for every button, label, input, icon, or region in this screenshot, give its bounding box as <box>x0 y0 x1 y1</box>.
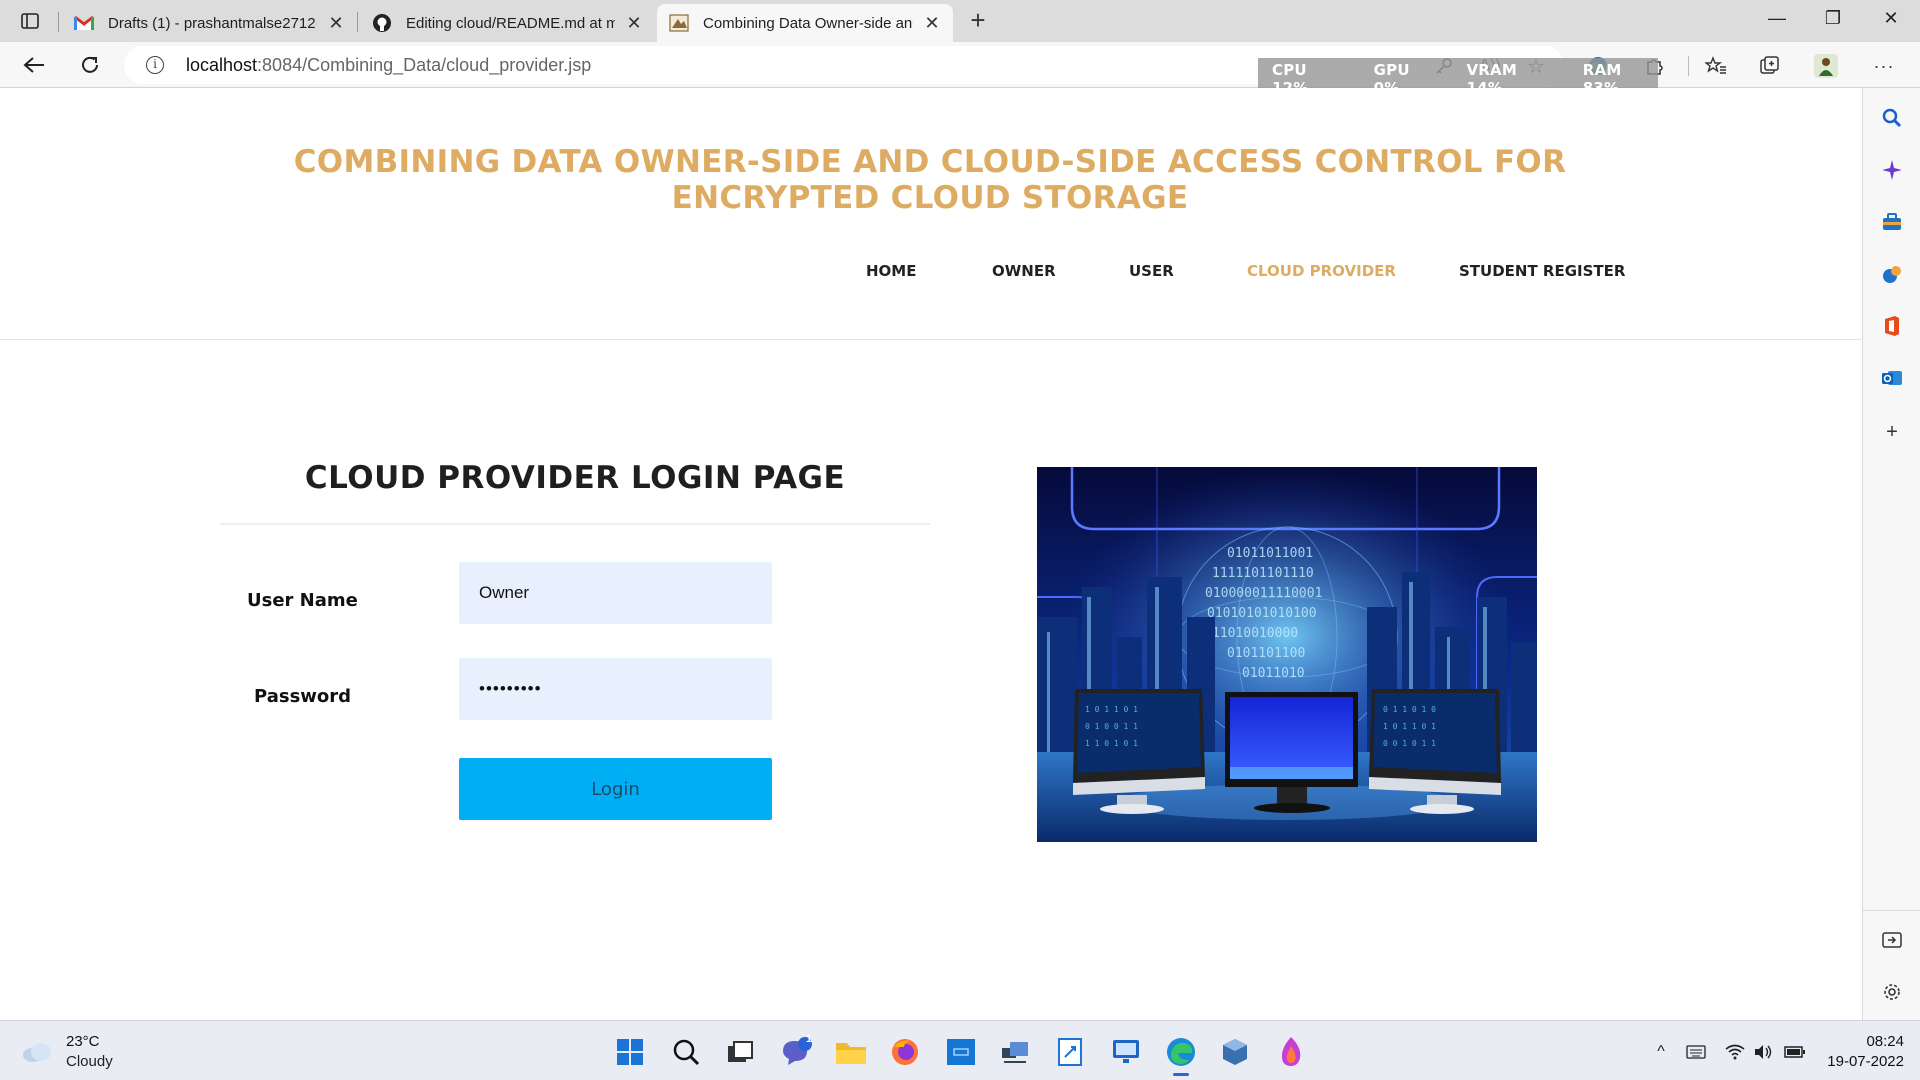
close-icon[interactable]: ✕ <box>923 14 941 32</box>
battery-icon[interactable] <box>1784 1041 1806 1063</box>
username-label: User Name <box>247 590 358 611</box>
show-hidden-icons-icon[interactable]: ^ <box>1650 1041 1672 1063</box>
hide-sidebar-icon[interactable] <box>1880 928 1904 952</box>
svg-text:0 1 1 0 1 0: 0 1 1 0 1 0 <box>1383 705 1436 714</box>
tab-separator <box>58 12 59 32</box>
network-app-icon[interactable] <box>998 1035 1032 1069</box>
search-icon[interactable] <box>669 1035 703 1069</box>
taskbar: 23°C Cloudy 1 ^ 08:24 19-07-2022 <box>0 1020 1920 1080</box>
svg-text:11010010000: 11010010000 <box>1212 626 1298 641</box>
app-flame-icon[interactable] <box>1274 1035 1308 1069</box>
password-input[interactable] <box>459 658 772 720</box>
tab-active-page[interactable]: Combining Data Owner-side and ✕ <box>657 4 953 42</box>
header-divider <box>0 339 1862 340</box>
tab-title: Combining Data Owner-side and <box>703 14 913 32</box>
start-icon[interactable] <box>613 1035 647 1069</box>
nav-owner[interactable]: OWNER <box>992 262 1056 280</box>
outlook-icon[interactable] <box>1880 366 1904 390</box>
svg-text:0 0 1 0 1 1: 0 0 1 0 1 1 <box>1383 739 1436 748</box>
settings-gear-icon[interactable] <box>1880 980 1904 1004</box>
refresh-icon[interactable] <box>76 52 104 78</box>
tab-separator <box>357 12 358 32</box>
volume-icon[interactable] <box>1752 1041 1774 1063</box>
virtualbox-icon[interactable] <box>1218 1035 1252 1069</box>
games-icon[interactable] <box>1880 262 1904 286</box>
new-tab-icon[interactable]: + <box>966 7 990 33</box>
firefox-icon[interactable] <box>888 1035 922 1069</box>
sidebar-divider <box>1863 910 1920 911</box>
svg-text:0101101100: 0101101100 <box>1227 646 1305 661</box>
tab-bar: Drafts (1) - prashantmalse2712@ ✕ Editin… <box>0 0 1920 42</box>
wifi-icon[interactable] <box>1724 1041 1746 1063</box>
window-close-icon[interactable]: ✕ <box>1876 8 1906 32</box>
page-icon <box>669 13 689 33</box>
main-nav: HOME OWNER USER CLOUD PROVIDER STUDENT R… <box>0 262 1862 286</box>
profile-avatar[interactable] <box>1814 54 1838 78</box>
heading-divider <box>220 523 930 525</box>
minimize-icon[interactable]: — <box>1762 8 1792 32</box>
edge-browser-icon[interactable] <box>1164 1035 1198 1076</box>
weather-condition: Cloudy <box>66 1053 113 1070</box>
nav-user[interactable]: USER <box>1129 262 1174 280</box>
login-heading: CLOUD PROVIDER LOGIN PAGE <box>304 460 846 496</box>
tab-github[interactable]: Editing cloud/README.md at ma ✕ <box>360 4 655 42</box>
add-icon[interactable]: + <box>1880 420 1904 444</box>
nav-cloud-provider[interactable]: CLOUD PROVIDER <box>1247 262 1396 280</box>
nav-student-register[interactable]: STUDENT REGISTER <box>1459 262 1625 280</box>
shopping-icon[interactable] <box>1880 210 1904 234</box>
login-button[interactable]: Login <box>459 758 772 820</box>
svg-text:0 1 0 0 1 1: 0 1 0 0 1 1 <box>1085 722 1138 731</box>
weather-temperature: 23°C <box>66 1033 100 1050</box>
chat-badge: 1 <box>805 1033 813 1045</box>
tab-actions-icon[interactable] <box>18 10 42 32</box>
svg-text:1 1 0 1 0 1: 1 1 0 1 0 1 <box>1085 739 1138 748</box>
document-app-icon[interactable] <box>1053 1035 1087 1069</box>
remote-desktop-icon[interactable] <box>1109 1035 1143 1069</box>
info-icon[interactable]: i <box>146 56 164 74</box>
toolbar-separator <box>1688 56 1689 76</box>
password-label: Password <box>254 686 352 707</box>
active-app-indicator <box>1173 1073 1189 1076</box>
clock-date[interactable]: 19-07-2022 <box>1822 1053 1904 1070</box>
more-options-icon[interactable]: ··· <box>1872 54 1896 78</box>
tab-gmail[interactable]: Drafts (1) - prashantmalse2712@ ✕ <box>62 4 357 42</box>
svg-text:1 0 1 1 0 1: 1 0 1 1 0 1 <box>1383 722 1436 731</box>
favorites-icon[interactable] <box>1704 54 1728 78</box>
task-view-icon[interactable] <box>723 1035 757 1069</box>
chat-icon[interactable]: 1 <box>779 1033 813 1069</box>
app-tile-icon[interactable] <box>944 1035 978 1069</box>
github-icon <box>372 13 392 33</box>
gmail-icon <box>74 13 94 33</box>
svg-text:01011010: 01011010 <box>1242 666 1305 681</box>
web-page: COMBINING DATA OWNER-SIDE AND CLOUD-SIDE… <box>0 88 1862 1020</box>
nav-home[interactable]: HOME <box>866 262 916 280</box>
search-icon[interactable] <box>1880 106 1904 130</box>
tab-title: Drafts (1) - prashantmalse2712@ <box>108 14 317 32</box>
svg-text:1111101101110: 1111101101110 <box>1212 566 1314 581</box>
cloud-computing-illustration: 01011011001 1111101101110 01000001111000… <box>1037 467 1537 842</box>
username-input[interactable] <box>459 562 772 624</box>
file-explorer-icon[interactable] <box>834 1035 868 1069</box>
back-icon[interactable] <box>20 52 48 78</box>
collections-icon[interactable] <box>1758 54 1782 78</box>
svg-text:1 0 1 1 0 1: 1 0 1 1 0 1 <box>1085 705 1138 714</box>
office-icon[interactable] <box>1880 314 1904 338</box>
restore-icon[interactable]: ❐ <box>1818 8 1848 32</box>
keyboard-icon[interactable] <box>1685 1041 1707 1063</box>
tab-title: Editing cloud/README.md at ma <box>406 14 615 32</box>
clock-time[interactable]: 08:24 <box>1856 1033 1904 1050</box>
edge-sidebar: + <box>1862 88 1920 1020</box>
site-title: COMBINING DATA OWNER-SIDE AND CLOUD-SIDE… <box>293 144 1567 216</box>
url-text: localhost:8084/Combining_Data/cloud_prov… <box>186 55 592 75</box>
svg-text:01010101010100: 01010101010100 <box>1207 606 1317 621</box>
weather-cloud-icon[interactable] <box>20 1035 54 1069</box>
svg-text:01011011001: 01011011001 <box>1227 546 1313 561</box>
svg-text:010000011110001: 010000011110001 <box>1205 586 1322 601</box>
close-icon[interactable]: ✕ <box>327 14 345 32</box>
close-icon[interactable]: ✕ <box>625 14 643 32</box>
sparkle-icon[interactable] <box>1880 158 1904 182</box>
